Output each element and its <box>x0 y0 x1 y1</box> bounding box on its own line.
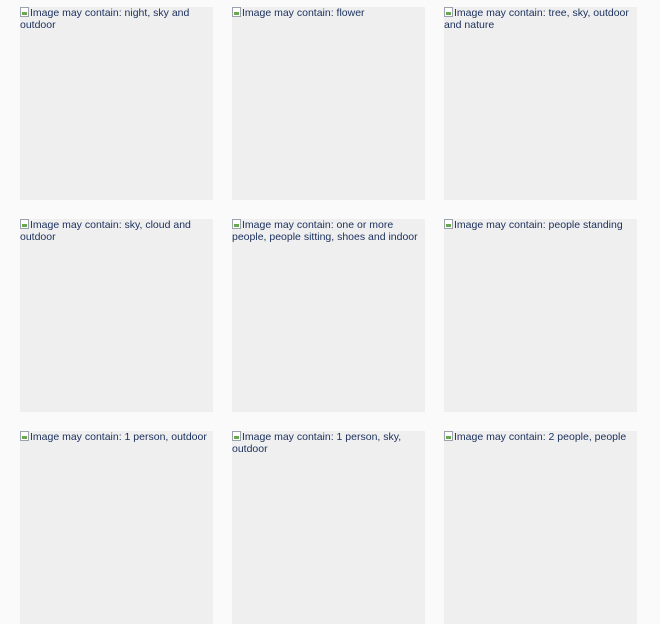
image-alt-text: Image may contain: one or more people, p… <box>232 219 425 243</box>
alt-label: Image may contain: night, sky and outdoo… <box>20 7 190 31</box>
photo-tile[interactable]: Image may contain: tree, sky, outdoor an… <box>444 7 637 200</box>
broken-image-icon <box>444 7 453 17</box>
photo-tile[interactable]: Image may contain: night, sky and outdoo… <box>20 7 213 200</box>
alt-label: Image may contain: people standing <box>454 219 623 231</box>
photo-tile[interactable]: Image may contain: people standing <box>444 219 637 412</box>
alt-label: Image may contain: 1 person, sky, outdoo… <box>232 431 402 455</box>
photo-tile[interactable]: Image may contain: flower <box>232 7 425 200</box>
alt-label: Image may contain: tree, sky, outdoor an… <box>444 7 629 31</box>
broken-image-icon <box>20 7 29 17</box>
alt-label: Image may contain: 2 people, people <box>454 431 627 443</box>
image-alt-text: Image may contain: sky, cloud and outdoo… <box>20 219 213 243</box>
photo-tile[interactable]: Image may contain: 1 person, outdoor <box>20 431 213 624</box>
alt-label: Image may contain: sky, cloud and outdoo… <box>20 219 191 243</box>
image-alt-text: Image may contain: 2 people, people <box>444 431 637 443</box>
image-alt-text: Image may contain: 1 person, sky, outdoo… <box>232 431 425 455</box>
broken-image-icon <box>232 7 241 17</box>
broken-image-icon <box>444 219 453 229</box>
image-alt-text: Image may contain: night, sky and outdoo… <box>20 7 213 31</box>
photo-tile[interactable]: Image may contain: 1 person, sky, outdoo… <box>232 431 425 624</box>
photo-tile[interactable]: Image may contain: 2 people, people <box>444 431 637 624</box>
broken-image-icon <box>232 219 241 229</box>
image-alt-text: Image may contain: people standing <box>444 219 637 231</box>
photo-tile[interactable]: Image may contain: sky, cloud and outdoo… <box>20 219 213 412</box>
image-alt-text: Image may contain: flower <box>232 7 425 19</box>
alt-label: Image may contain: flower <box>242 7 365 19</box>
image-alt-text: Image may contain: tree, sky, outdoor an… <box>444 7 637 31</box>
alt-label: Image may contain: one or more people, p… <box>232 219 418 243</box>
alt-label: Image may contain: 1 person, outdoor <box>30 431 207 443</box>
photo-tile[interactable]: Image may contain: one or more people, p… <box>232 219 425 412</box>
broken-image-icon <box>20 219 29 229</box>
image-alt-text: Image may contain: 1 person, outdoor <box>20 431 213 443</box>
photo-grid: Image may contain: night, sky and outdoo… <box>20 7 637 624</box>
